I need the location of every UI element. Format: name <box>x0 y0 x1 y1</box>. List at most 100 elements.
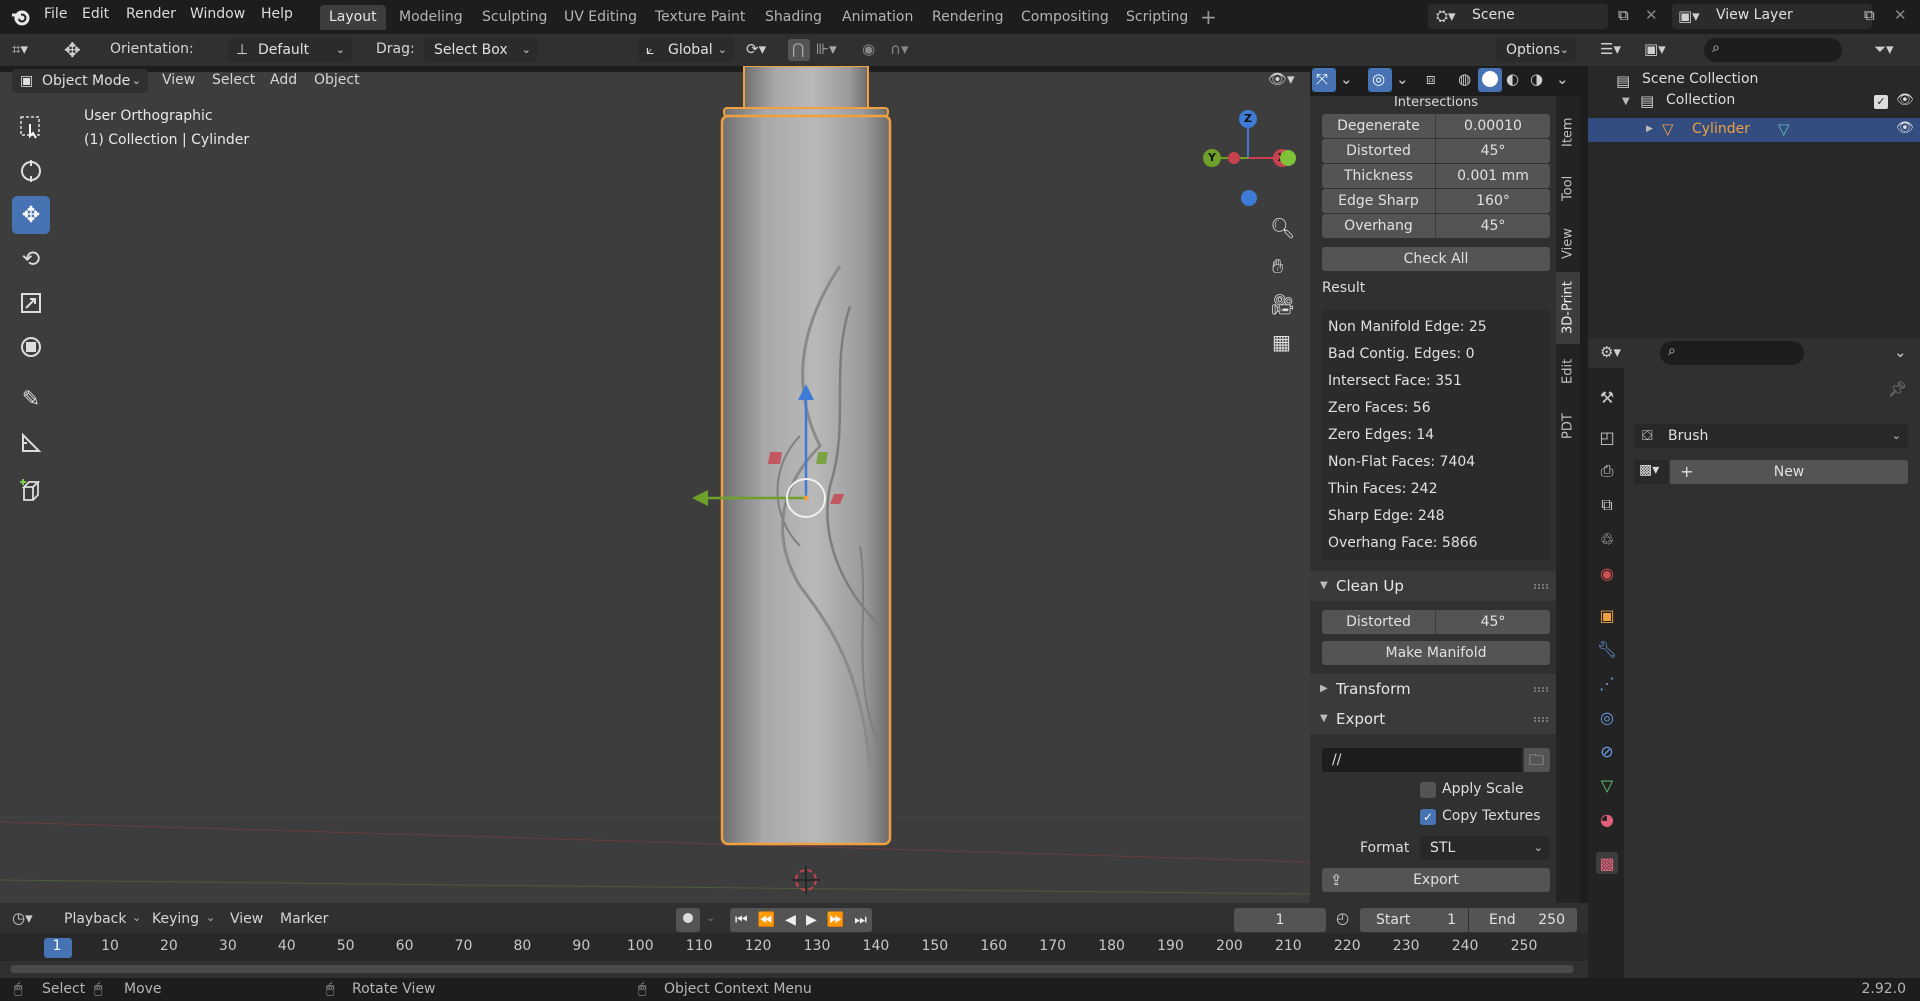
mode-dropdown[interactable]: ▣ Object Mode ⌄ <box>12 69 148 93</box>
eye-icon[interactable]: 👁︎ <box>1896 120 1914 136</box>
tab-scripting[interactable]: Scripting <box>1117 5 1197 30</box>
view-layer-selector[interactable]: ▣▾ View Layer <box>1672 4 1872 29</box>
texture-browse-button[interactable]: ▩▾ <box>1634 460 1668 484</box>
brush-dropdown[interactable]: ⛋ Brush ⌄ <box>1634 424 1908 448</box>
check-edge-sharp[interactable]: Edge Sharp 160° <box>1322 189 1550 213</box>
solid-shading-toggle[interactable] <box>1478 68 1502 92</box>
outliner-scene-collection[interactable]: Scene Collection <box>1642 71 1758 87</box>
start-frame-field[interactable]: Start 1 <box>1360 908 1468 932</box>
outliner-search-input[interactable]: ⌕ <box>1704 38 1842 62</box>
new-scene-icon[interactable]: ⧉ <box>1618 6 1629 24</box>
new-view-layer-icon[interactable]: ⧉ <box>1864 6 1875 24</box>
material-properties-icon[interactable]: ◕ <box>1596 808 1618 830</box>
scene-properties-icon[interactable]: ♲ <box>1596 528 1618 550</box>
jump-start-icon[interactable]: ⏮ <box>735 912 748 928</box>
menu-render[interactable]: Render <box>126 6 176 22</box>
transform-panel-header[interactable]: ▶ Transform <box>1310 674 1556 704</box>
chevron-down-icon[interactable]: ⌄ <box>706 911 715 924</box>
eye-icon[interactable]: 👁︎ <box>1896 92 1914 108</box>
add-cube-tool[interactable] <box>12 472 50 510</box>
pin-icon[interactable]: 📌︎ <box>1888 380 1907 398</box>
check-degenerate[interactable]: Degenerate 0.00010 <box>1322 114 1550 138</box>
check-thickness[interactable]: Thickness 0.001 mm <box>1322 164 1550 188</box>
world-properties-icon[interactable]: ◉ <box>1596 562 1618 584</box>
tab-view[interactable]: View <box>1556 216 1580 272</box>
tab-uv-editing[interactable]: UV Editing <box>555 5 646 30</box>
add-workspace-icon[interactable]: + <box>1200 5 1217 29</box>
particles-properties-icon[interactable]: ⋰ <box>1596 672 1618 694</box>
current-frame-field[interactable]: 1 <box>1234 908 1326 932</box>
pivot-point-icon[interactable]: ⟳▾ <box>746 40 766 58</box>
transform-tool[interactable] <box>12 328 50 366</box>
select-box-tool[interactable] <box>12 108 50 146</box>
filter-icon[interactable]: ⏷▾ <box>1874 40 1894 58</box>
end-frame-field[interactable]: End 250 <box>1469 908 1577 932</box>
timeline-menu-playback[interactable]: Playback <box>64 911 126 927</box>
viewport-menu-view[interactable]: View <box>162 72 195 88</box>
rendered-shading-icon[interactable]: ◑ <box>1530 70 1543 88</box>
tab-rendering[interactable]: Rendering <box>923 5 1013 30</box>
export-button[interactable]: ⇪ Export <box>1322 868 1550 892</box>
browse-folder-button[interactable]: 🗀 <box>1524 748 1550 772</box>
stopwatch-icon[interactable]: ◴ <box>1336 909 1349 927</box>
scale-tool[interactable] <box>12 284 50 322</box>
grid-toggle-icon[interactable]: ▦ <box>1272 330 1291 354</box>
viewport-menu-object[interactable]: Object <box>314 72 360 88</box>
chevron-down-icon[interactable]: ⌄ <box>1396 70 1409 88</box>
properties-search-input[interactable]: ⌕ <box>1660 341 1804 365</box>
make-manifold-button[interactable]: Make Manifold <box>1322 641 1550 665</box>
play-reverse-icon[interactable]: ◀ <box>785 912 796 928</box>
data-properties-icon[interactable]: ▽ <box>1596 774 1618 796</box>
proportional-edit-icon[interactable]: ◉ <box>862 40 875 58</box>
tab-sculpting[interactable]: Sculpting <box>473 5 556 30</box>
copy-textures-checkbox[interactable]: ✓ <box>1420 809 1436 825</box>
gizmo-neg-z[interactable] <box>1241 190 1257 206</box>
delete-scene-icon[interactable]: ✕ <box>1645 6 1658 24</box>
export-panel-header[interactable]: ▼ Export <box>1310 704 1556 734</box>
expand-collection-icon[interactable]: ▼ <box>1622 96 1630 107</box>
constraints-properties-icon[interactable]: ⊘ <box>1596 740 1618 762</box>
viewport-menu-select[interactable]: Select <box>212 72 255 88</box>
pan-hand-icon[interactable]: ✋︎ <box>1272 254 1283 278</box>
timeline-editor-icon[interactable]: ◷▾ <box>12 909 33 927</box>
drag-dropdown[interactable]: Select Box ⌄ <box>424 38 538 62</box>
outliner-row-cylinder[interactable]: ▶ ▽ Cylinder ▽ 👁︎ <box>1588 118 1920 142</box>
scene-selector[interactable]: ⛭▾ Scene <box>1428 4 1608 29</box>
prev-keyframe-icon[interactable]: ⏪ <box>758 912 775 928</box>
tab-3d-print[interactable]: 3D-Print <box>1556 272 1580 344</box>
chevron-down-icon[interactable]: ⌄ <box>1894 343 1907 361</box>
xray-icon[interactable]: ⧈ <box>1426 70 1436 88</box>
object-properties-icon[interactable]: ▣ <box>1596 604 1618 626</box>
check-value[interactable]: 160° <box>1436 189 1550 213</box>
snap-toggle[interactable]: ⋂ <box>788 39 810 61</box>
collection-include-checkbox[interactable]: ✓ <box>1874 95 1888 109</box>
texture-properties-icon[interactable]: ▩ <box>1596 852 1618 874</box>
expand-object-icon[interactable]: ▶ <box>1646 124 1653 134</box>
timeline-menu-marker[interactable]: Marker <box>280 911 328 927</box>
chevron-down-icon[interactable]: ⌄ <box>1556 70 1569 88</box>
move-tool[interactable]: ✥ <box>12 196 50 234</box>
check-value[interactable]: 0.001 mm <box>1436 164 1550 188</box>
tab-animation[interactable]: Animation <box>833 5 922 30</box>
cleanup-distorted[interactable]: Distorted 45° <box>1322 610 1550 634</box>
drag-grip-icon[interactable] <box>1534 717 1548 722</box>
camera-icon[interactable]: 🎥︎ <box>1270 292 1295 316</box>
tab-texture-paint[interactable]: Texture Paint <box>646 5 754 30</box>
wireframe-shading-icon[interactable]: ◍ <box>1458 70 1471 88</box>
tab-tool[interactable]: Tool <box>1556 160 1580 216</box>
viewport-menu-add[interactable]: Add <box>270 72 297 88</box>
outliner-collection[interactable]: Collection <box>1666 92 1735 108</box>
format-dropdown[interactable]: STL ⌄ <box>1420 836 1550 860</box>
check-all-button[interactable]: Check All <box>1322 247 1550 271</box>
tab-item[interactable]: Item <box>1556 104 1580 160</box>
transform-orientation-dropdown[interactable]: ⟀ Global ⌄ <box>638 38 734 62</box>
timeline-menu-keying[interactable]: Keying <box>152 911 199 927</box>
gizmo-neg-y[interactable] <box>1280 150 1296 166</box>
options-dropdown[interactable]: Options ⌄ <box>1496 38 1576 62</box>
zoom-icon[interactable]: 🔍︎ <box>1270 216 1295 240</box>
gizmo-neg-x[interactable] <box>1228 152 1240 164</box>
gizmo-toggle[interactable]: ⤧ <box>1312 68 1336 92</box>
3d-viewport[interactable] <box>0 72 1310 903</box>
measure-tool[interactable] <box>12 424 50 462</box>
check-overhang[interactable]: Overhang 45° <box>1322 214 1550 238</box>
